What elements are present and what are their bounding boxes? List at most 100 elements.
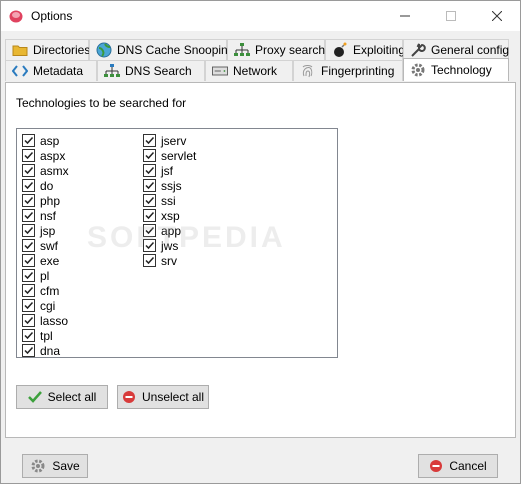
technologies-label: Technologies to be searched for	[16, 96, 187, 110]
tech-checkbox[interactable]	[143, 194, 156, 207]
tech-checkbox[interactable]	[22, 224, 35, 237]
tech-checkbox[interactable]	[22, 299, 35, 312]
tab-label: Technology	[431, 63, 492, 77]
technologies-checklist[interactable]: asp aspx asmx do php nsf jsp swf exe pl cfm cgi lass…	[16, 128, 338, 358]
tech-label: jws	[161, 238, 179, 253]
tech-checkbox[interactable]	[143, 239, 156, 252]
maximize-icon	[446, 11, 456, 21]
minimize-icon	[400, 15, 410, 17]
tech-item[interactable]: app	[143, 223, 181, 238]
tab-metadata[interactable]: Metadata	[5, 60, 97, 81]
tech-checkbox[interactable]	[143, 209, 156, 222]
tech-item[interactable]: asmx	[22, 163, 69, 178]
globe-icon	[96, 42, 112, 58]
tech-checkbox[interactable]	[22, 134, 35, 147]
tech-item[interactable]: xsp	[143, 208, 180, 223]
tech-checkbox[interactable]	[22, 329, 35, 342]
tech-checkbox[interactable]	[22, 284, 35, 297]
tech-item[interactable]: nsf	[22, 208, 56, 223]
unselect-all-button[interactable]: Unselect all	[117, 385, 209, 409]
close-button[interactable]	[474, 1, 520, 31]
select-all-button[interactable]: Select all	[16, 385, 108, 409]
tech-checkbox[interactable]	[22, 209, 35, 222]
tech-label: cgi	[40, 298, 56, 313]
tab-label: General config	[431, 43, 510, 57]
tech-checkbox[interactable]	[22, 344, 35, 357]
tab-dns-search[interactable]: DNS Search	[97, 60, 205, 81]
tech-item[interactable]: jws	[143, 238, 178, 253]
tech-item[interactable]: cfm	[22, 283, 59, 298]
tech-item[interactable]: ssjs	[143, 178, 182, 193]
tech-checkbox[interactable]	[22, 194, 35, 207]
tech-label: jsp	[40, 223, 56, 238]
tab-proxy-search[interactable]: Proxy search	[227, 39, 325, 60]
tech-label: ssi	[161, 193, 176, 208]
network-icon	[104, 63, 120, 79]
save-button[interactable]: Save	[22, 454, 88, 478]
tech-item[interactable]: asp	[22, 133, 59, 148]
tech-checkbox[interactable]	[143, 134, 156, 147]
tech-checkbox[interactable]	[22, 254, 35, 267]
tech-label: dna	[40, 343, 61, 358]
tech-item[interactable]: dna	[22, 343, 60, 358]
tech-label: jserv	[161, 133, 187, 148]
tech-item[interactable]: do	[22, 178, 53, 193]
tech-label: jsf	[161, 163, 173, 178]
tech-item[interactable]: jsf	[143, 163, 173, 178]
gear-icon	[31, 459, 45, 473]
tech-checkbox[interactable]	[143, 149, 156, 162]
tab-directories[interactable]: Directories	[5, 39, 90, 60]
cancel-button[interactable]: Cancel	[418, 454, 498, 478]
close-icon	[492, 11, 502, 21]
tech-item[interactable]: php	[22, 193, 60, 208]
tab-exploiting[interactable]: Exploiting	[325, 39, 406, 60]
tech-item[interactable]: jsp	[22, 223, 55, 238]
tech-checkbox[interactable]	[22, 269, 35, 282]
app-icon	[9, 10, 23, 23]
code-icon	[12, 63, 28, 79]
tech-label: lasso	[40, 313, 69, 328]
tech-item[interactable]: servlet	[143, 148, 196, 163]
tech-item[interactable]: lasso	[22, 313, 68, 328]
tech-item[interactable]: exe	[22, 253, 59, 268]
tab-fingerprinting[interactable]: Fingerprinting	[293, 60, 403, 81]
title-bar[interactable]: Options	[1, 1, 520, 31]
tab-technology[interactable]: Technology	[403, 58, 509, 81]
tech-item[interactable]: srv	[143, 253, 177, 268]
remove-icon	[122, 391, 135, 403]
tech-item[interactable]: tpl	[22, 328, 53, 343]
options-window: Options Directories DNS Cache Snooping P…	[0, 0, 521, 484]
tab-dns-cache-snooping[interactable]: DNS Cache Snooping	[89, 39, 234, 60]
tab-general-config[interactable]: General config	[403, 39, 509, 60]
tech-label: do	[40, 178, 54, 193]
tech-checkbox[interactable]	[143, 224, 156, 237]
tech-checkbox[interactable]	[22, 164, 35, 177]
tech-checkbox[interactable]	[22, 179, 35, 192]
wrench-icon	[410, 42, 426, 58]
tech-label: asmx	[40, 163, 69, 178]
tech-label: pl	[40, 268, 50, 283]
tech-checkbox[interactable]	[143, 179, 156, 192]
tech-item[interactable]: ssi	[143, 193, 176, 208]
tech-checkbox[interactable]	[22, 314, 35, 327]
tech-checkbox[interactable]	[143, 254, 156, 267]
tech-label: swf	[40, 238, 58, 253]
tech-item[interactable]: jserv	[143, 133, 186, 148]
tab-label: Exploiting	[353, 43, 406, 57]
tech-checkbox[interactable]	[22, 149, 35, 162]
tech-item[interactable]: aspx	[22, 148, 65, 163]
tech-label: exe	[40, 253, 60, 268]
cancel-label: Cancel	[449, 459, 487, 473]
tech-item[interactable]: pl	[22, 268, 49, 283]
tech-checkbox[interactable]	[22, 239, 35, 252]
tab-network[interactable]: Network	[205, 60, 293, 81]
tech-item[interactable]: cgi	[22, 298, 55, 313]
select-all-label: Select all	[47, 390, 97, 404]
tab-label: DNS Cache Snooping	[117, 43, 235, 57]
minimize-button[interactable]	[382, 1, 428, 31]
tech-checkbox[interactable]	[143, 164, 156, 177]
server-icon	[212, 63, 228, 79]
tech-item[interactable]: swf	[22, 238, 58, 253]
tab-label: Proxy search	[255, 43, 326, 57]
maximize-button[interactable]	[428, 1, 474, 31]
